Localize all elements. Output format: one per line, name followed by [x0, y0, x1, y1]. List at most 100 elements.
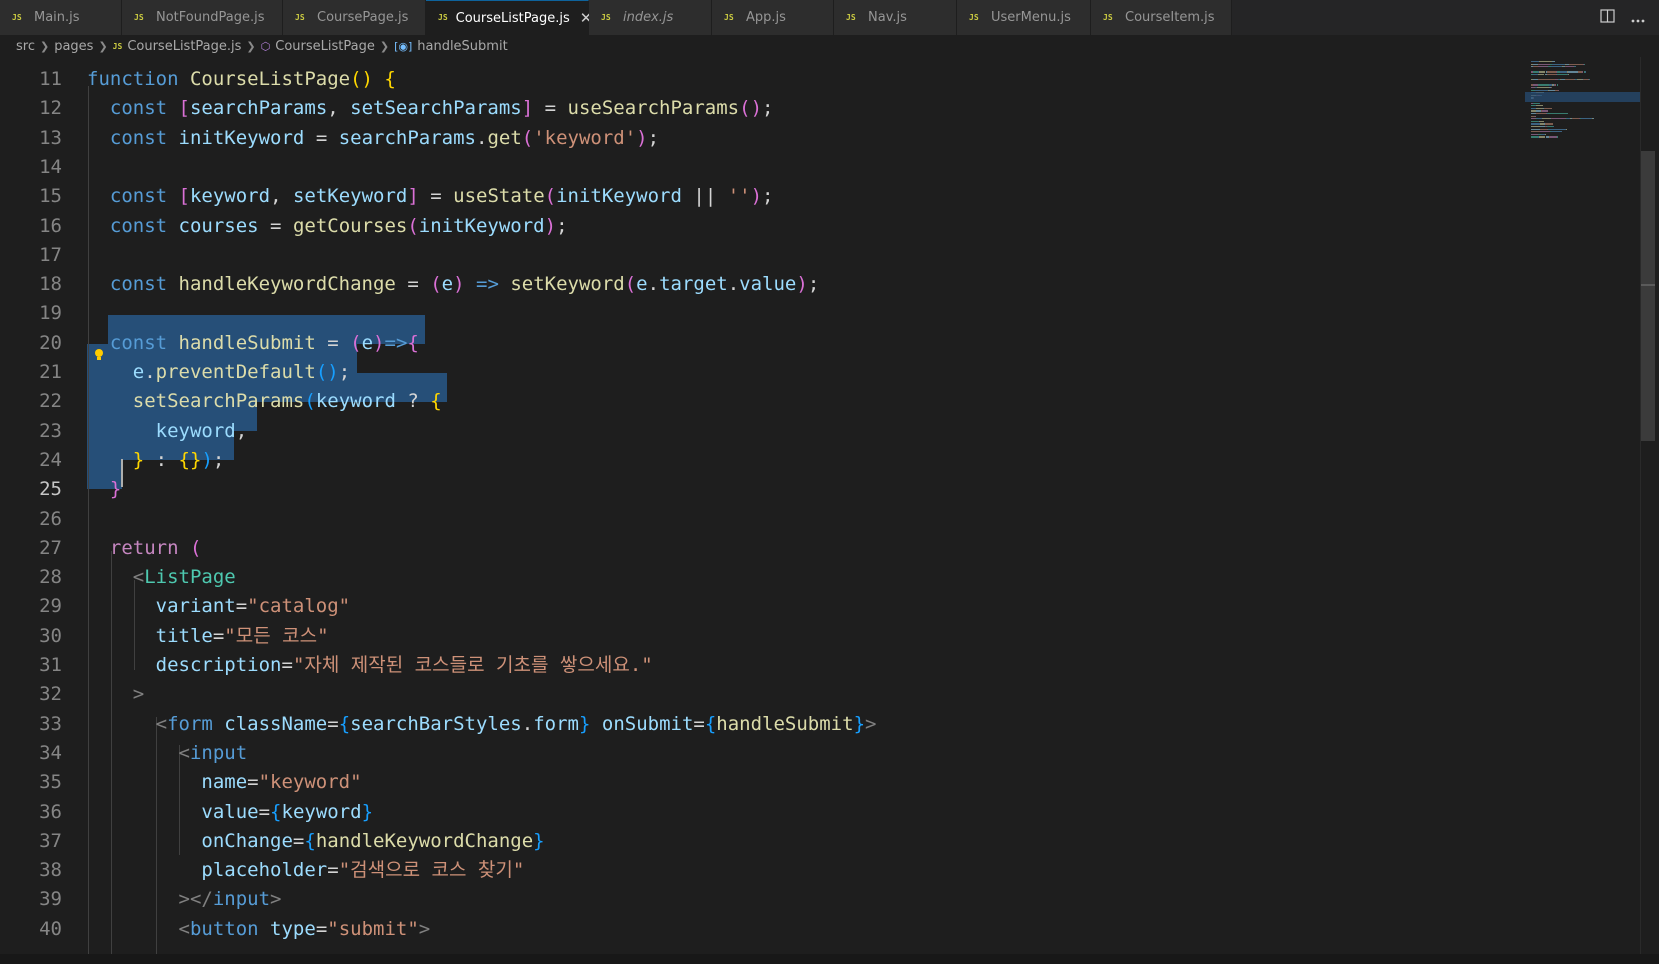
code-token: setSearchParams: [132, 390, 305, 413]
code-token: =: [258, 800, 271, 823]
breadcrumb-item-symbol[interactable]: handleSubmit: [417, 39, 507, 54]
code-token: ListPage: [144, 566, 236, 589]
code-token: (: [304, 390, 316, 413]
code-token: <: [178, 917, 190, 940]
code-line[interactable]: 20 const handleSubmit = (e)=>{: [0, 329, 1525, 358]
code-line[interactable]: 18 const handleKeywordChange = (e) => se…: [0, 270, 1525, 299]
code-token: value: [201, 800, 259, 823]
code-line[interactable]: 36 value={keyword}: [0, 798, 1525, 827]
code-token: const: [109, 97, 179, 120]
code-line[interactable]: 32 >: [0, 680, 1525, 709]
code-line[interactable]: 11 function CourseListPage() {: [0, 65, 1525, 94]
code-line[interactable]: 26: [0, 505, 1525, 534]
code-line[interactable]: 27 return (: [0, 534, 1525, 563]
split-editor-icon[interactable]: [1600, 8, 1615, 27]
minimap-line: [1547, 113, 1568, 115]
code-token: =: [418, 185, 454, 208]
code-token: courses: [178, 214, 259, 237]
code-token: =: [292, 829, 305, 852]
minimap-line: [1538, 79, 1556, 81]
tab-courseitem-js[interactable]: JS CourseItem.js: [1091, 0, 1232, 35]
tab-notfoundpage-js[interactable]: JS NotFoundPage.js: [122, 0, 283, 35]
code-token: {: [338, 712, 351, 735]
code-line[interactable]: 30 title="모든 코스": [0, 622, 1525, 651]
tab-courselistpage-js[interactable]: JS CourseListPage.js ✕: [426, 0, 592, 35]
code-line[interactable]: 31 description="자체 제작된 코스들로 기초를 쌓으세요.": [0, 651, 1525, 680]
code-token: >: [270, 888, 282, 911]
code-token: ;: [338, 361, 351, 383]
code-line[interactable]: 19: [0, 299, 1525, 328]
code-token: form: [167, 712, 225, 735]
code-line[interactable]: 15 const [keyword, setKeyword] = useStat…: [0, 182, 1525, 211]
tab-label: Nav.js: [868, 10, 907, 25]
code-line[interactable]: 12 const [searchParams, setSearchParams]…: [0, 94, 1525, 123]
code-line[interactable]: 25 }: [0, 475, 1525, 504]
breadcrumb-item-file[interactable]: CourseListPage.js: [127, 39, 241, 54]
code-token: ></: [178, 888, 213, 911]
tab-index-js[interactable]: JS index.js: [589, 0, 712, 35]
code-token: placeholder: [201, 859, 328, 882]
code-line[interactable]: 39 ></input>: [0, 885, 1525, 914]
code-line[interactable]: 38 placeholder="검색으로 코스 찾기": [0, 856, 1525, 885]
editor-tab-bar: JS Main.js JS NotFoundPage.js JS CoursePage.j…: [0, 0, 1659, 35]
minimap-line: [1588, 79, 1590, 81]
code-token: =: [235, 595, 248, 618]
code-token: type: [270, 917, 316, 940]
code-line[interactable]: 24 } : {});: [0, 446, 1525, 475]
code-token: =: [258, 214, 293, 237]
minimap-line: [1531, 133, 1539, 136]
code-token: "모든 코스": [224, 624, 329, 647]
code-token: ]: [407, 185, 419, 208]
breadcrumb-item-component[interactable]: CourseListPage: [275, 39, 375, 54]
code-token: ||: [681, 185, 728, 208]
tab-usermenu-js[interactable]: JS UserMenu.js: [957, 0, 1091, 35]
code-token: variant: [155, 595, 236, 618]
code-token: ): [636, 126, 648, 149]
breadcrumb-item-pages[interactable]: pages: [54, 39, 93, 54]
code-line[interactable]: 16 const courses = getCourses(initKeywor…: [0, 212, 1525, 241]
breadcrumb-item-src[interactable]: src: [16, 39, 35, 54]
js-file-icon: JS: [601, 12, 611, 22]
code-content: function CourseListPage() {: [87, 65, 396, 94]
code-token: =: [247, 771, 259, 794]
minimap-line: [1536, 113, 1547, 115]
code-token: ): [201, 448, 213, 471]
vertical-scrollbar[interactable]: [1640, 57, 1655, 964]
tab-nav-js[interactable]: JS Nav.js: [834, 0, 957, 35]
code-line[interactable]: 34 <input: [0, 739, 1525, 768]
code-content: placeholder="검색으로 코스 찾기": [87, 856, 524, 885]
code-line[interactable]: 22 setSearchParams(keyword ? {: [0, 387, 1525, 416]
code-token: =: [315, 917, 328, 940]
code-line[interactable]: 37 onChange={handleKeywordChange}: [0, 827, 1525, 856]
code-line[interactable]: 13 const initKeyword = searchParams.get(…: [0, 124, 1525, 153]
code-token: ): [750, 185, 763, 208]
code-line[interactable]: 17: [0, 241, 1525, 270]
code-line[interactable]: 14: [0, 153, 1525, 182]
tab-main-js[interactable]: JS Main.js: [0, 0, 122, 35]
scrollbar-thumb[interactable]: [1641, 151, 1655, 441]
tab-coursepage-js[interactable]: JS CoursePage.js: [283, 0, 426, 35]
minimap[interactable]: [1525, 57, 1640, 964]
code-line[interactable]: 23 keyword,: [0, 417, 1525, 446]
code-line[interactable]: 29 variant="catalog": [0, 592, 1525, 621]
code-line[interactable]: 21 e.preventDefault();: [0, 358, 1525, 387]
code-editor[interactable]: 11 function CourseListPage() {12 const [s…: [0, 57, 1525, 964]
code-line[interactable]: 33 <form className={searchBarStyles.form…: [0, 710, 1525, 739]
code-line[interactable]: 40 <button type="submit">: [0, 915, 1525, 944]
minimap-line: [1531, 136, 1539, 138]
code-token: () {: [350, 68, 396, 90]
code-token: (): [315, 361, 339, 383]
code-line[interactable]: 35 name="keyword": [0, 768, 1525, 797]
minimap-line: [1547, 74, 1557, 76]
code-content: const initKeyword = searchParams.get('ke…: [87, 124, 659, 153]
code-line[interactable]: 28 <ListPage: [0, 563, 1525, 592]
tab-app-js[interactable]: JS App.js: [712, 0, 834, 35]
more-actions-icon[interactable]: [1631, 9, 1645, 27]
line-number: 13: [39, 126, 62, 149]
line-number: 25: [39, 478, 62, 501]
scrollbar-marker: [1641, 284, 1655, 286]
code-content: <ListPage: [87, 563, 236, 592]
